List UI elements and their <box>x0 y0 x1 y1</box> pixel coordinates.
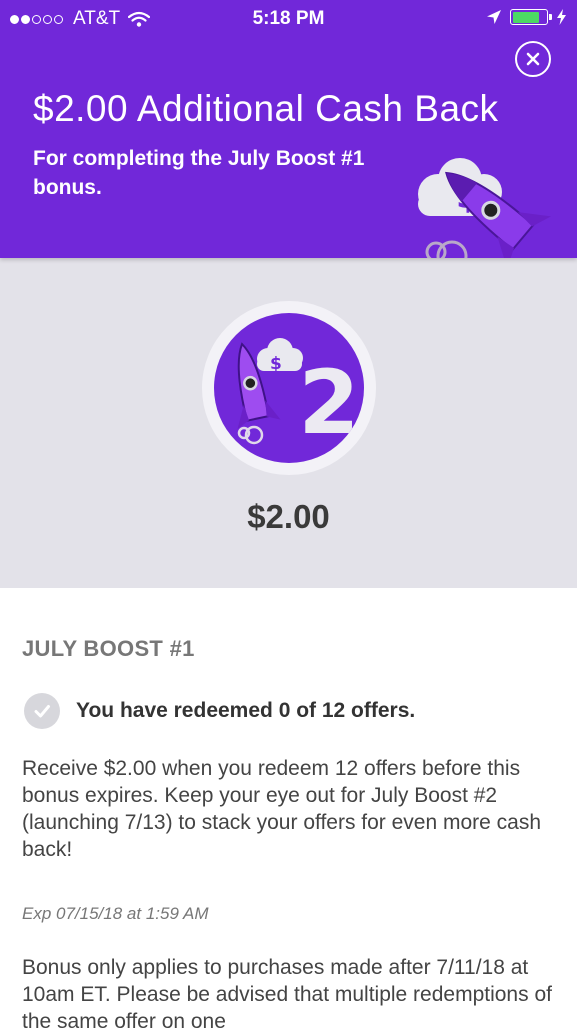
status-bar: AT&T 5:18 PM <box>0 0 577 38</box>
bonus-details: JULY BOOST #1 You have redeemed 0 of 12 … <box>0 588 577 1033</box>
badge-dollar-sign: $ <box>270 354 282 374</box>
expiry-date: Exp 07/15/18 at 1:59 AM <box>22 904 209 923</box>
rocket-badge-icon: $ 2 <box>237 338 360 454</box>
banner-subtitle: For completing the July Boost #1 bonus. <box>33 147 365 199</box>
location-arrow-icon <box>487 10 501 24</box>
checkmark-icon <box>24 693 60 729</box>
bonus-badge: $ 2 <box>202 301 376 475</box>
battery-icon <box>510 9 548 25</box>
bonus-header: AT&T 5:18 PM $2.00 Additional Cash Back … <box>0 0 577 258</box>
charging-bolt-icon <box>557 9 566 25</box>
redemption-progress: You have redeemed 0 of 12 offers. <box>24 693 415 729</box>
reward-hero: $ 2 $2.00 <box>0 258 577 588</box>
banner-title: $2.00 Additional Cash Back <box>33 88 499 129</box>
bonus-disclaimer: Bonus only applies to purchases made aft… <box>22 956 552 1033</box>
badge-inner-circle: $ 2 <box>214 313 364 463</box>
rocket-cloud-illustration-icon: $ <box>418 158 551 258</box>
status-right <box>486 9 567 25</box>
bonus-description: Receive $2.00 when you redeem 12 offers … <box>22 757 542 861</box>
reward-amount: $2.00 <box>247 498 330 535</box>
close-button[interactable] <box>515 41 551 77</box>
bonus-section-title: JULY BOOST #1 <box>22 636 195 661</box>
battery-tip <box>549 14 552 20</box>
progress-text: You have redeemed 0 of 12 offers. <box>76 699 416 722</box>
badge-number: 2 <box>298 351 359 454</box>
close-icon <box>526 52 540 66</box>
